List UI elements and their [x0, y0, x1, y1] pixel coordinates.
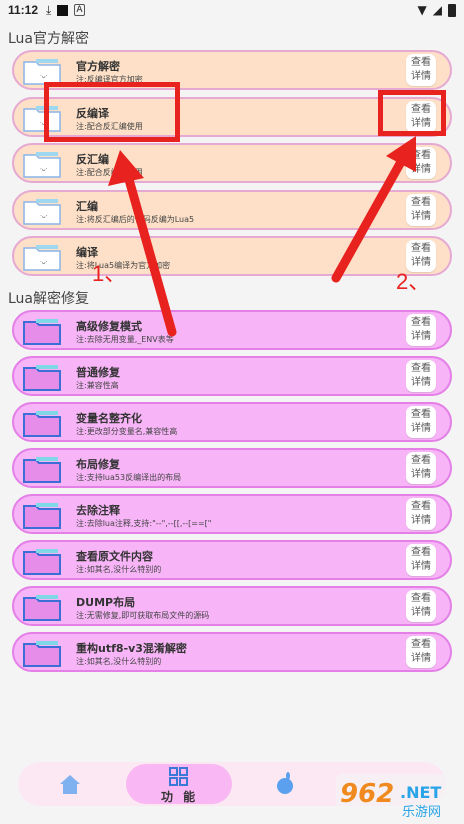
watermark-number: 962	[340, 779, 394, 809]
annotation-label-2: 2、	[396, 269, 431, 294]
grid-icon	[169, 767, 188, 786]
watermark-caption: 乐游网	[402, 805, 441, 820]
annotation-arrows	[108, 136, 416, 337]
arrow-2	[331, 136, 416, 283]
watermark-logo: 962 .NET 乐游网	[336, 774, 460, 820]
nav-functions-label: 功 能	[161, 790, 199, 804]
watermark-domain: .NET	[400, 783, 441, 802]
nav-apple[interactable]	[274, 764, 304, 804]
annotation-label-1: 1、	[92, 261, 127, 286]
arrow-1	[108, 150, 177, 337]
home-icon	[60, 775, 80, 794]
nav-functions[interactable]: 功 能	[126, 764, 232, 804]
nav-home[interactable]	[58, 764, 88, 804]
apple-icon	[277, 772, 293, 794]
